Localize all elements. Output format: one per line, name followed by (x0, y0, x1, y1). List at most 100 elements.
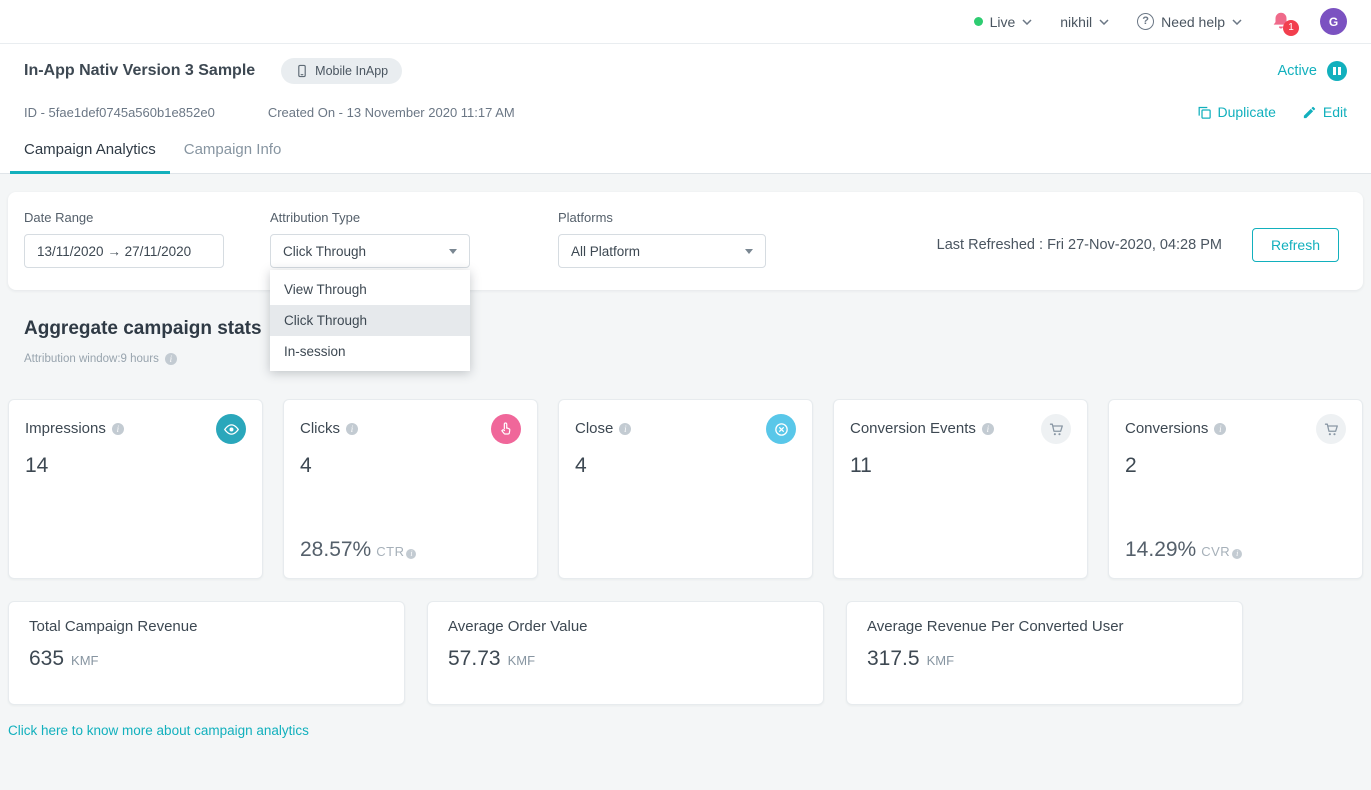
section-title: Aggregate campaign stats (24, 318, 1347, 340)
user-menu[interactable]: nikhil (1060, 14, 1109, 30)
revenue-label: Total Campaign Revenue (29, 618, 384, 635)
stat-cards-row: Impressions 14 Clicks (8, 399, 1363, 579)
revenue-value: 57.73 (448, 647, 501, 671)
stat-value: 14 (25, 454, 246, 478)
attribution-type-label: Attribution Type (270, 210, 470, 225)
attribution-type-select[interactable]: Click Through (270, 234, 470, 268)
mobile-phone-icon (295, 64, 309, 78)
duplicate-icon (1197, 105, 1212, 120)
avatar[interactable]: G (1320, 8, 1347, 35)
info-icon[interactable] (112, 423, 124, 435)
revenue-card-total: Total Campaign Revenue 635 KMF (8, 601, 405, 705)
pause-campaign-button[interactable] (1327, 61, 1347, 81)
edit-button[interactable]: Edit (1302, 104, 1347, 120)
close-circle-icon (766, 414, 796, 444)
tab-campaign-info[interactable]: Campaign Info (170, 126, 296, 173)
stat-value: 4 (300, 454, 521, 478)
select-arrow-icon (745, 249, 753, 254)
revenue-currency: KMF (71, 653, 98, 668)
notifications-button[interactable]: 1 (1270, 10, 1292, 34)
attribution-window-text: Attribution window:9 hours (24, 353, 159, 365)
date-range-input[interactable]: 13/11/2020 → 27/11/2020 (24, 234, 224, 268)
info-icon[interactable] (982, 423, 994, 435)
attribution-type-group: Attribution Type Click Through View Thro… (270, 210, 470, 268)
pause-icon (1333, 67, 1336, 75)
need-help-menu[interactable]: Need help (1137, 13, 1242, 30)
revenue-card-arpu: Average Revenue Per Converted User 317.5… (846, 601, 1243, 705)
live-status-dot (974, 17, 983, 26)
date-range-label: Date Range (24, 210, 224, 225)
notification-badge: 1 (1283, 20, 1299, 36)
stat-card-impressions: Impressions 14 (8, 399, 263, 579)
revenue-label: Average Revenue Per Converted User (867, 618, 1222, 635)
stat-label: Conversion Events (850, 420, 976, 437)
tab-campaign-analytics[interactable]: Campaign Analytics (10, 126, 170, 173)
duplicate-label: Duplicate (1218, 104, 1276, 120)
revenue-value: 635 (29, 647, 64, 671)
stat-card-conversion-events: Conversion Events 11 (833, 399, 1088, 579)
select-arrow-icon (449, 249, 457, 254)
platforms-value: All Platform (571, 244, 640, 259)
filters-card: Date Range 13/11/2020 → 27/11/2020 Attri… (8, 192, 1363, 290)
info-icon[interactable] (346, 423, 358, 435)
platforms-select[interactable]: All Platform (558, 234, 766, 268)
stat-label: Impressions (25, 420, 106, 437)
eye-icon (216, 414, 246, 444)
live-mode-dropdown[interactable]: Live (974, 14, 1033, 30)
channel-badge-label: Mobile InApp (315, 64, 388, 78)
stat-label: Conversions (1125, 420, 1208, 437)
stat-value: 2 (1125, 454, 1346, 478)
stat-card-conversions: Conversions 2 14.29% CVR (1108, 399, 1363, 579)
stat-label: Clicks (300, 420, 340, 437)
info-icon[interactable] (1232, 549, 1242, 559)
channel-badge: Mobile InApp (281, 58, 402, 84)
dropdown-option-view-through[interactable]: View Through (270, 274, 470, 305)
analytics-content: Date Range 13/11/2020 → 27/11/2020 Attri… (0, 174, 1371, 740)
status-badge: Active (1278, 63, 1318, 79)
cart-icon (1316, 414, 1346, 444)
ctr-label: CTR (376, 544, 404, 559)
platforms-group: Platforms All Platform (558, 210, 766, 268)
user-name: nikhil (1060, 14, 1092, 30)
tap-icon (491, 414, 521, 444)
edit-pencil-icon (1302, 105, 1317, 120)
help-icon (1137, 13, 1154, 30)
cart-icon (1041, 414, 1071, 444)
attribution-dropdown-panel: View Through Click Through In-session (270, 270, 470, 371)
revenue-card-aov: Average Order Value 57.73 KMF (427, 601, 824, 705)
dropdown-option-in-session[interactable]: In-session (270, 336, 470, 367)
stat-value: 11 (850, 454, 1071, 478)
info-icon[interactable] (619, 423, 631, 435)
duplicate-button[interactable]: Duplicate (1197, 104, 1276, 120)
stat-card-close: Close 4 (558, 399, 813, 579)
last-refreshed-text: Last Refreshed : Fri 27-Nov-2020, 04:28 … (937, 237, 1222, 253)
attribution-type-value: Click Through (283, 244, 366, 259)
stat-label: Close (575, 420, 613, 437)
campaign-id: ID - 5fae1def0745a560b1e852e0 (24, 105, 215, 120)
stat-card-clicks: Clicks 4 28.57% CTR (283, 399, 538, 579)
info-icon[interactable] (165, 353, 177, 365)
revenue-cards-row: Total Campaign Revenue 635 KMF Average O… (8, 601, 1363, 705)
chevron-down-icon (1022, 19, 1032, 25)
revenue-label: Average Order Value (448, 618, 803, 635)
revenue-currency: KMF (927, 653, 954, 668)
platforms-label: Platforms (558, 210, 766, 225)
cvr-label: CVR (1201, 544, 1230, 559)
refresh-button[interactable]: Refresh (1252, 228, 1339, 262)
info-icon[interactable] (1214, 423, 1226, 435)
date-range-group: Date Range 13/11/2020 → 27/11/2020 (24, 210, 224, 268)
ctr-value: 28.57% (300, 538, 371, 562)
info-icon[interactable] (406, 549, 416, 559)
campaign-header: In-App Nativ Version 3 Sample Mobile InA… (0, 44, 1371, 126)
created-on: Created On - 13 November 2020 11:17 AM (268, 105, 515, 120)
need-help-label: Need help (1161, 14, 1225, 30)
dropdown-option-click-through[interactable]: Click Through (270, 305, 470, 336)
campaign-title: In-App Nativ Version 3 Sample (24, 62, 255, 80)
stat-value: 4 (575, 454, 796, 478)
revenue-currency: KMF (508, 653, 535, 668)
chevron-down-icon (1232, 19, 1242, 25)
chevron-down-icon (1099, 19, 1109, 25)
tab-bar: Campaign Analytics Campaign Info (0, 126, 1371, 174)
top-bar: Live nikhil Need help 1 G (0, 0, 1371, 44)
campaign-analytics-help-link[interactable]: Click here to know more about campaign a… (8, 723, 309, 738)
